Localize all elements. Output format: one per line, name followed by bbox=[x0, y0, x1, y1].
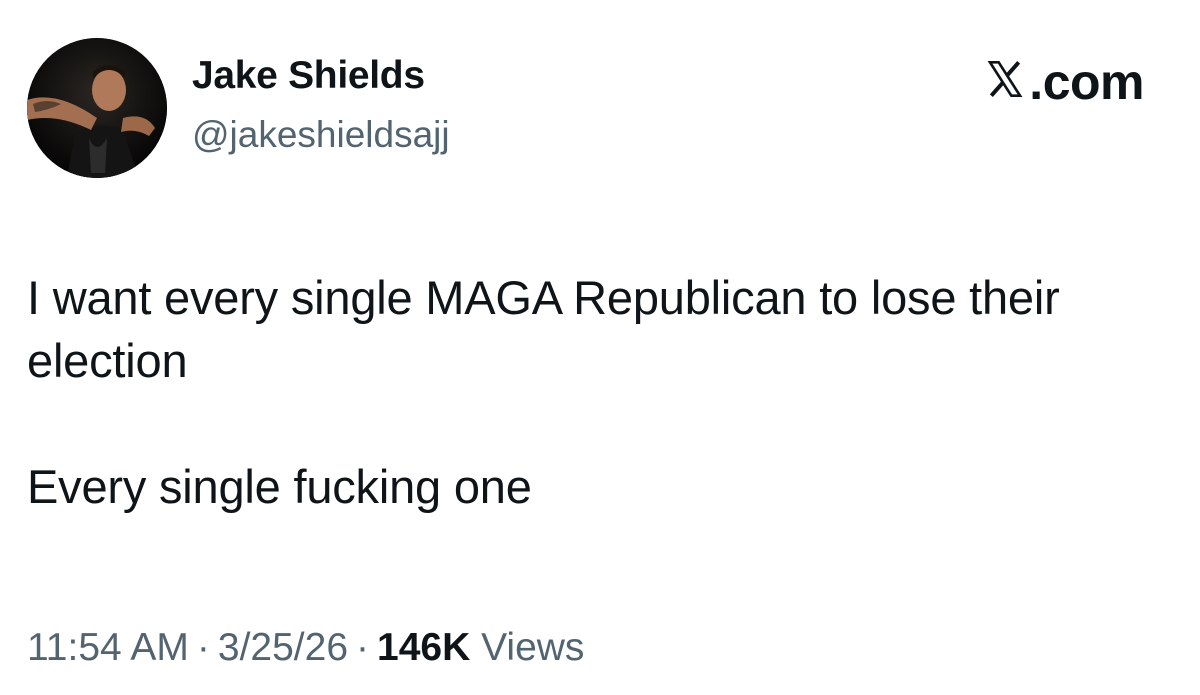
avatar-photo bbox=[27, 38, 167, 178]
author-handle[interactable]: @jakeshieldsajj bbox=[192, 114, 450, 156]
author-display-name[interactable]: Jake Shields bbox=[192, 54, 425, 98]
tweet-card: Jake Shields @jakeshieldsajj .com I want… bbox=[0, 0, 1200, 695]
tweet-meta: 11:54 AM · 3/25/26 · 146K Views bbox=[27, 626, 584, 670]
avatar[interactable] bbox=[27, 38, 167, 178]
brand-watermark: .com bbox=[985, 53, 1144, 111]
meta-separator: · bbox=[356, 626, 370, 669]
post-date[interactable]: 3/25/26 bbox=[218, 626, 348, 669]
tweet-paragraph: Every single fucking one bbox=[27, 460, 532, 513]
post-time[interactable]: 11:54 AM bbox=[27, 626, 189, 669]
x-logo-icon bbox=[985, 59, 1025, 99]
views-count: 146K bbox=[377, 626, 471, 669]
tweet-paragraph: I want every single MAGA Republican to l… bbox=[27, 271, 1060, 387]
views-label: Views bbox=[481, 626, 585, 669]
meta-separator: · bbox=[196, 626, 210, 669]
brand-label: .com bbox=[1029, 54, 1144, 110]
tweet-body: I want every single MAGA Republican to l… bbox=[27, 266, 1167, 518]
